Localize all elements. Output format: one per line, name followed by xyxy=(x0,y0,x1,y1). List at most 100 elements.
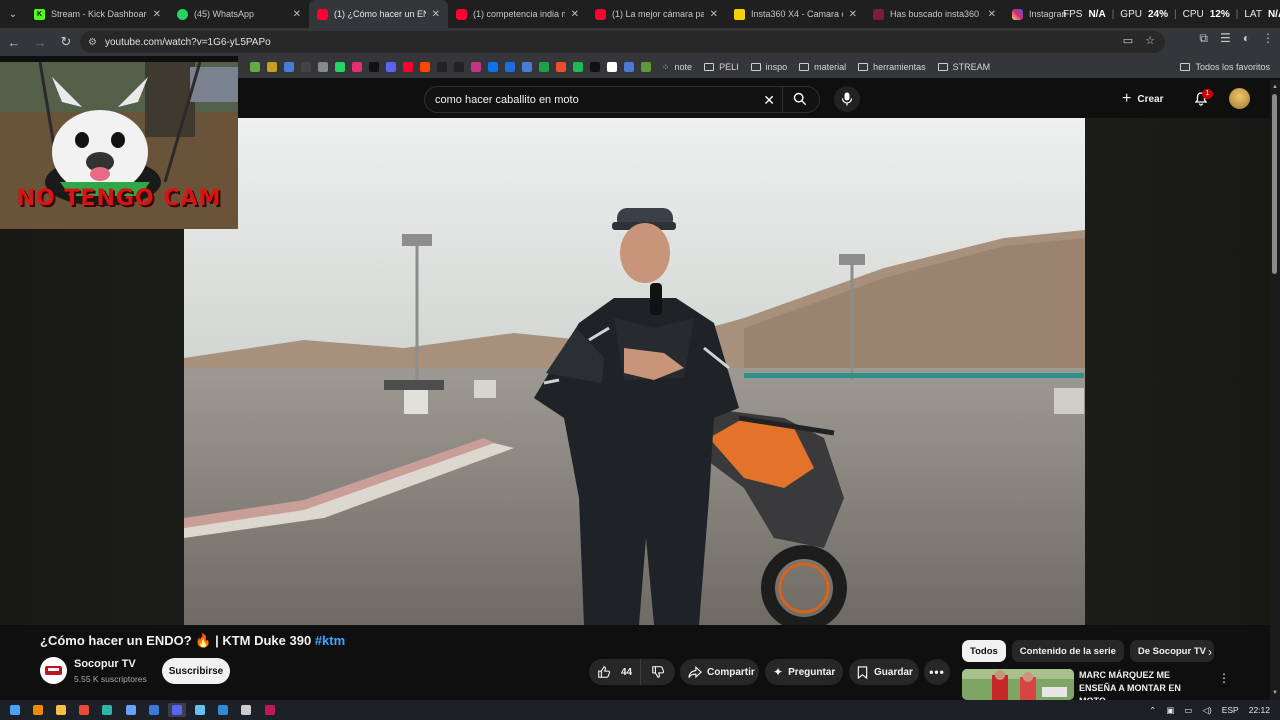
chevron-right-icon[interactable]: › xyxy=(1208,645,1212,659)
voice-search-button[interactable] xyxy=(834,86,860,112)
chrome-icon[interactable] xyxy=(75,703,93,717)
forward-arrow-icon[interactable]: → xyxy=(28,30,52,54)
bookmark-favicon-icon[interactable] xyxy=(317,62,328,72)
chip-all[interactable]: Todos xyxy=(962,640,1006,662)
browser-tab[interactable]: Has buscado insta360 x4 ✕ xyxy=(865,0,1004,28)
obs-icon[interactable] xyxy=(237,703,255,717)
chip-from-channel[interactable]: De Socopur TV xyxy=(1129,640,1214,662)
like-button[interactable]: 44 xyxy=(589,659,641,685)
bookmark-favicon-icon[interactable] xyxy=(402,62,413,72)
start-icon[interactable] xyxy=(6,703,24,717)
related-video-menu-icon[interactable]: ⋮ xyxy=(1218,671,1230,685)
search-icon[interactable] xyxy=(793,92,807,106)
hashtag-link[interactable]: #ktm xyxy=(315,633,345,648)
file-explorer-icon[interactable] xyxy=(52,703,70,717)
bookmark-favicon-icon[interactable] xyxy=(640,62,651,72)
back-arrow-icon[interactable]: ← xyxy=(2,30,26,54)
bookmark-favicon-icon[interactable] xyxy=(283,62,294,72)
bookmark-favicon-icon[interactable] xyxy=(572,62,583,72)
search-box[interactable]: como hacer caballito en moto ✕ xyxy=(424,86,820,113)
browser-menu-icon[interactable]: ⋮ xyxy=(1262,31,1274,46)
more-actions-button[interactable]: ••• xyxy=(924,659,950,685)
channel-name[interactable]: Socopur TV xyxy=(74,658,136,670)
bookmark-favicon-icon[interactable] xyxy=(470,62,481,72)
video-player[interactable] xyxy=(184,118,1085,625)
save-button[interactable]: Guardar xyxy=(849,659,919,685)
browser-tab[interactable]: (1) competencia india mo ✕ xyxy=(448,0,587,28)
browser-tab[interactable]: (1) La mejor cámara para ✕ xyxy=(587,0,726,28)
subscribe-button[interactable]: Suscribirse xyxy=(162,658,230,684)
bookmark-favicon-icon[interactable] xyxy=(555,62,566,72)
site-info-icon[interactable]: ⚙ xyxy=(88,37,97,48)
bookmark-folder-stream[interactable]: STREAM xyxy=(937,62,990,72)
tray-chevron-up-icon[interactable]: ⌃ xyxy=(1149,705,1156,716)
steam-icon[interactable] xyxy=(191,703,209,717)
vlc-icon[interactable] xyxy=(29,703,47,717)
edge-icon[interactable] xyxy=(98,703,116,717)
bookmark-favicon-icon[interactable] xyxy=(606,62,617,72)
bookmark-favicon-icon[interactable] xyxy=(623,62,634,72)
tab-search-button[interactable]: ⌄ xyxy=(0,0,26,28)
cast-icon[interactable]: ▭ xyxy=(1123,34,1133,47)
bookmark-favicon-icon[interactable] xyxy=(487,62,498,72)
bookmark-favicon-icon[interactable] xyxy=(436,62,447,72)
search-input[interactable]: como hacer caballito en moto xyxy=(435,94,579,106)
bookmark-star-icon[interactable]: ☆ xyxy=(1145,34,1155,47)
share-button[interactable]: Compartir xyxy=(680,659,759,685)
discord-icon[interactable] xyxy=(167,703,186,717)
browser-tab[interactable]: (45) WhatsApp ✕ xyxy=(169,0,309,28)
clear-search-icon[interactable]: ✕ xyxy=(763,92,775,109)
bookmark-favicon-icon[interactable] xyxy=(419,62,430,72)
network-icon[interactable]: ▭ xyxy=(1184,705,1192,716)
bookmark-favicon-icon[interactable] xyxy=(334,62,345,72)
close-tab-icon[interactable]: ✕ xyxy=(710,9,718,20)
bookmark-favicon-icon[interactable] xyxy=(351,62,362,72)
channel-avatar[interactable] xyxy=(40,657,67,684)
scroll-up-arrow-icon[interactable]: ▲ xyxy=(1272,84,1278,90)
bookmark-folder-herramientas[interactable]: herramientas xyxy=(858,62,926,72)
chip-series[interactable]: Contenido de la serie xyxy=(1011,640,1124,662)
bookmark-favicon-icon[interactable] xyxy=(521,62,532,72)
scrollbar-thumb[interactable] xyxy=(1272,94,1277,274)
bookmark-favicon-icon[interactable] xyxy=(538,62,549,72)
close-tab-icon[interactable]: ✕ xyxy=(849,9,857,20)
browser-tab[interactable]: Insta360 X4 - Camara de ✕ xyxy=(726,0,865,28)
close-tab-icon[interactable]: ✕ xyxy=(293,9,301,20)
bookmark-favicon-icon[interactable] xyxy=(385,62,396,72)
all-bookmarks[interactable]: Todos los favoritos xyxy=(1180,62,1270,72)
bookmark-favicon-icon[interactable] xyxy=(453,62,464,72)
volume-icon[interactable]: ◁) xyxy=(1202,705,1211,716)
tray-app-icon[interactable]: ▣ xyxy=(1166,705,1174,716)
steam-sync-icon[interactable] xyxy=(122,703,140,717)
close-tab-icon[interactable]: ✕ xyxy=(153,9,161,20)
reading-list-icon[interactable]: ☰ xyxy=(1220,31,1231,46)
clock[interactable]: 22:12 xyxy=(1249,705,1270,715)
scroll-down-arrow-icon[interactable]: ▼ xyxy=(1272,690,1278,696)
ask-button[interactable]: ✦ Preguntar xyxy=(765,659,843,685)
bookmark-note[interactable]: ⁘ note xyxy=(662,62,692,73)
browser-tab-active[interactable]: (1) ¿Cómo hacer un ENDO ✕ xyxy=(309,0,448,28)
extensions-icon[interactable]: ⧉ xyxy=(1199,31,1208,46)
bookmark-folder-inspo[interactable]: inspo xyxy=(750,62,787,72)
bookmark-folder-peli[interactable]: PELI xyxy=(704,62,739,72)
address-bar[interactable]: ⚙ youtube.com/watch?v=1G6-yL5PAPo ▭ ☆ xyxy=(80,31,1165,53)
close-tab-icon[interactable]: ✕ xyxy=(432,9,440,20)
bookmark-favicon-icon[interactable] xyxy=(589,62,600,72)
account-avatar[interactable] xyxy=(1229,88,1250,109)
close-tab-icon[interactable]: ✕ xyxy=(571,9,579,20)
bookmark-favicon-icon[interactable] xyxy=(504,62,515,72)
reload-icon[interactable]: ↻ xyxy=(54,30,78,54)
dislike-button[interactable] xyxy=(641,659,675,685)
bookmark-favicon-icon[interactable] xyxy=(249,62,260,72)
bookmark-favicon-icon[interactable] xyxy=(300,62,311,72)
bookmark-favicon-icon[interactable] xyxy=(368,62,379,72)
profile-icon[interactable]: ◐ xyxy=(1243,31,1250,46)
app-icon[interactable] xyxy=(214,703,232,717)
language-indicator[interactable]: ESP xyxy=(1222,705,1239,715)
related-video-thumbnail[interactable] xyxy=(962,669,1074,700)
ubisoft-icon[interactable] xyxy=(145,703,163,717)
create-button[interactable]: + Crear xyxy=(1122,88,1163,110)
close-tab-icon[interactable]: ✕ xyxy=(988,9,996,20)
bookmark-folder-material[interactable]: material xyxy=(799,62,846,72)
shop-app-icon[interactable] xyxy=(261,703,279,717)
